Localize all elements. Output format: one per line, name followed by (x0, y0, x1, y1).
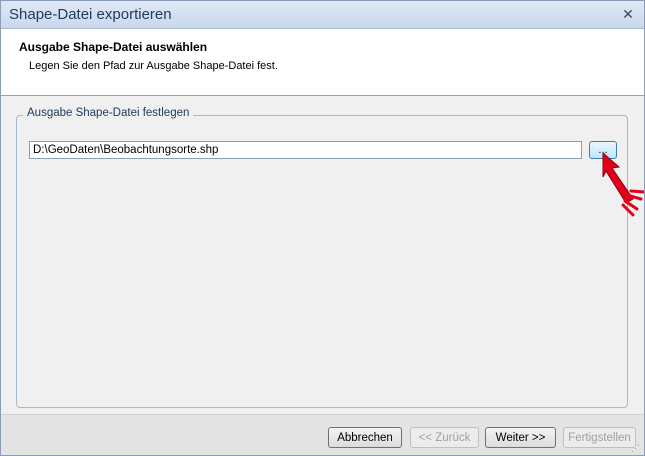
back-button[interactable]: << Zurück (410, 427, 479, 448)
next-button[interactable]: Weiter >> (485, 427, 556, 448)
title-bar[interactable]: Shape-Datei exportieren ✕ (1, 1, 644, 29)
header-description: Legen Sie den Pfad zur Ausgabe Shape-Dat… (29, 60, 278, 72)
finish-button[interactable]: Fertigstellen (563, 427, 636, 448)
export-shape-dialog: Shape-Datei exportieren ✕ Ausgabe Shape-… (0, 0, 645, 456)
output-path-input[interactable] (29, 141, 582, 159)
groupbox-legend: Ausgabe Shape-Datei festlegen (23, 107, 194, 119)
resize-grip-icon[interactable]: ⋰ (631, 443, 641, 453)
wizard-header: Ausgabe Shape-Datei auswählen Legen Sie … (1, 29, 644, 96)
wizard-footer: Abbrechen << Zurück Weiter >> Fertigstel… (1, 414, 644, 455)
browse-button[interactable]: ... (589, 141, 617, 159)
header-title: Ausgabe Shape-Datei auswählen (19, 40, 208, 54)
close-icon[interactable]: ✕ (620, 6, 636, 22)
cancel-button[interactable]: Abbrechen (328, 427, 402, 448)
window-title: Shape-Datei exportieren (9, 6, 172, 23)
